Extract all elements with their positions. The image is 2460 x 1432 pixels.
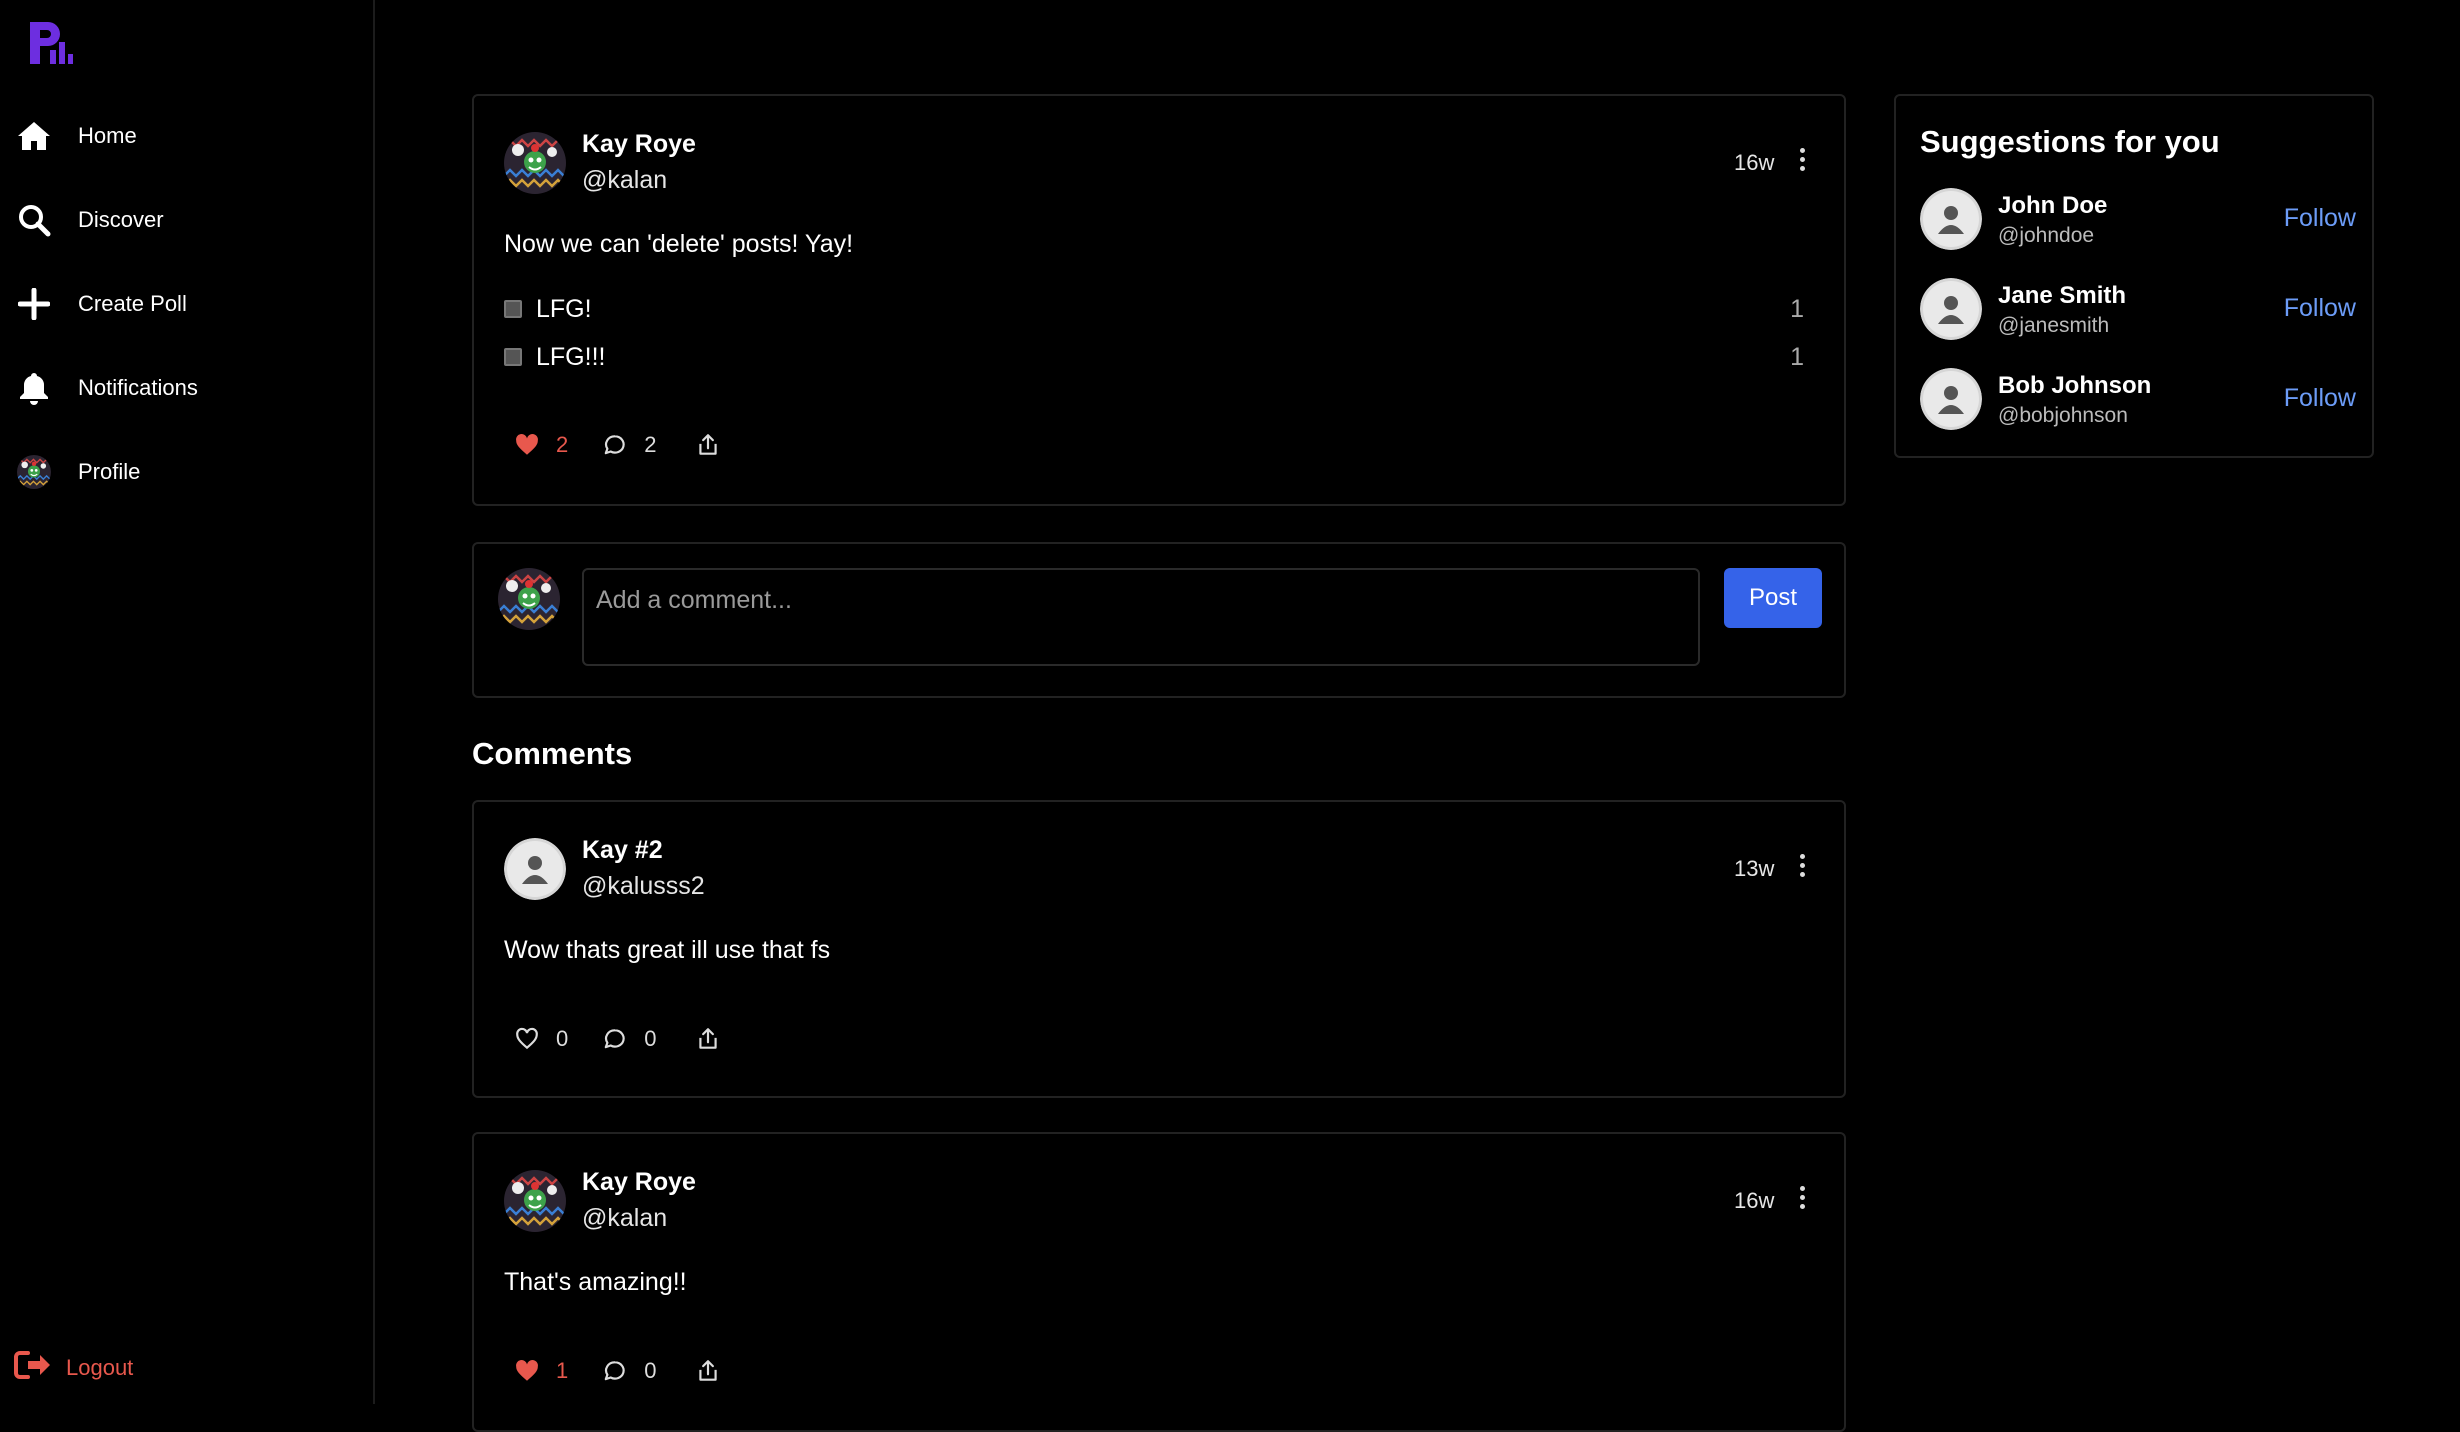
author-handle[interactable]: @kalan — [582, 1204, 667, 1233]
current-user-avatar — [498, 568, 560, 630]
nav-notifications-label: Notifications — [78, 375, 198, 400]
suggestion-name[interactable]: John Doe — [1998, 192, 2107, 220]
poll-option-count: 1 — [1790, 342, 1804, 371]
more-options-icon[interactable] — [1792, 848, 1812, 882]
suggestions-title: Suggestions for you — [1920, 124, 2220, 159]
poll-option-count: 1 — [1790, 294, 1804, 323]
suggestion-name[interactable]: Jane Smith — [1998, 282, 2126, 310]
logout-icon — [14, 1350, 52, 1385]
logout-label: Logout — [66, 1354, 134, 1380]
post-button[interactable]: Post — [1724, 568, 1822, 628]
sidebar: Home Discover Create Poll Notifications … — [0, 0, 375, 1404]
comment-composer: Post — [472, 542, 1846, 698]
more-options-icon[interactable] — [1792, 1180, 1812, 1214]
plus-icon — [16, 286, 52, 322]
author-avatar[interactable] — [504, 132, 566, 194]
share-icon — [695, 1358, 721, 1384]
nav-discover[interactable]: Discover — [16, 192, 164, 248]
heart-icon — [514, 1358, 540, 1384]
nav-discover-label: Discover — [78, 207, 164, 232]
comment-count: 0 — [644, 1358, 657, 1383]
home-icon — [16, 118, 52, 154]
author-name[interactable]: Kay Roye — [582, 130, 696, 159]
comment-text: Wow thats great ill use that fs — [504, 936, 831, 964]
poll-option-label: LFG!!! — [536, 342, 606, 371]
heart-icon — [514, 432, 540, 458]
comment-count: 2 — [644, 432, 657, 457]
nav-home[interactable]: Home — [16, 108, 137, 164]
suggestion-item: John Doe @johndoe Follow — [1920, 188, 2356, 250]
author-avatar[interactable] — [504, 838, 566, 900]
comment-input[interactable] — [582, 568, 1700, 666]
comment-card: Kay #2 @kalusss2 13w Wow thats great ill… — [472, 800, 1846, 1098]
nav-profile-label: Profile — [78, 459, 141, 484]
poll-option-label: LFG! — [536, 294, 592, 323]
poll-option-checkbox[interactable] — [504, 348, 522, 366]
author-name[interactable]: Kay #2 — [582, 836, 663, 865]
comment-button[interactable]: 0 — [602, 1026, 657, 1052]
post-actions: 2 2 — [514, 430, 721, 460]
nav-create-poll[interactable]: Create Poll — [16, 276, 187, 332]
comment-button[interactable]: 0 — [602, 1358, 657, 1384]
suggestion-item: Bob Johnson @bobjohnson Follow — [1920, 368, 2356, 430]
suggestion-handle: @janesmith — [1998, 314, 2110, 337]
comment-icon — [602, 432, 628, 458]
comments-heading: Comments — [472, 736, 633, 771]
nav-create-poll-label: Create Poll — [78, 291, 187, 316]
post-text: Now we can 'delete' posts! Yay! — [504, 230, 854, 258]
suggestions-panel: Suggestions for you John Doe @johndoe Fo… — [1894, 94, 2374, 458]
comment-icon — [602, 1358, 628, 1384]
profile-avatar — [16, 454, 52, 490]
poll-option[interactable]: LFG! 1 — [504, 294, 1804, 324]
user-avatar[interactable] — [1920, 188, 1982, 250]
nav-home-label: Home — [78, 123, 137, 148]
suggestion-handle: @johndoe — [1998, 224, 2095, 247]
share-icon — [695, 1026, 721, 1052]
user-avatar[interactable] — [1920, 368, 1982, 430]
author-handle[interactable]: @kalan — [582, 166, 667, 195]
app-logo[interactable] — [28, 20, 74, 66]
follow-button[interactable]: Follow — [2284, 204, 2356, 233]
comment-card: Kay Roye @kalan 16w That's amazing!! 1 0 — [472, 1132, 1846, 1432]
author-handle[interactable]: @kalusss2 — [582, 872, 705, 901]
like-count: 2 — [556, 432, 569, 457]
post-card: Kay Roye @kalan 16w Now we can 'delete' … — [472, 94, 1846, 506]
post-time: 16w — [1734, 150, 1775, 175]
suggestion-item: Jane Smith @janesmith Follow — [1920, 278, 2356, 340]
comment-icon — [602, 1026, 628, 1052]
suggestion-name[interactable]: Bob Johnson — [1998, 372, 2151, 400]
like-button[interactable]: 0 — [514, 1026, 568, 1052]
comment-actions: 1 0 — [514, 1356, 721, 1386]
more-options-icon[interactable] — [1792, 142, 1812, 176]
comment-actions: 0 0 — [514, 1024, 721, 1054]
comment-button[interactable]: 2 — [602, 432, 657, 458]
share-button[interactable] — [695, 432, 721, 458]
comment-text: That's amazing!! — [504, 1268, 687, 1296]
share-icon — [695, 432, 721, 458]
follow-button[interactable]: Follow — [2284, 384, 2356, 413]
poll-option[interactable]: LFG!!! 1 — [504, 342, 1804, 372]
heart-outline-icon — [514, 1026, 540, 1052]
comment-time: 13w — [1734, 856, 1775, 881]
like-count: 0 — [556, 1026, 569, 1051]
suggestion-handle: @bobjohnson — [1998, 404, 2128, 427]
user-avatar[interactable] — [1920, 278, 1982, 340]
bell-icon — [16, 370, 52, 406]
like-button[interactable]: 2 — [514, 432, 568, 458]
search-icon — [16, 202, 52, 238]
nav-profile[interactable]: Profile — [16, 444, 140, 500]
share-button[interactable] — [695, 1358, 721, 1384]
comment-time: 16w — [1734, 1188, 1775, 1213]
poll-option-checkbox[interactable] — [504, 300, 522, 318]
share-button[interactable] — [695, 1026, 721, 1052]
nav-notifications[interactable]: Notifications — [16, 360, 198, 416]
follow-button[interactable]: Follow — [2284, 294, 2356, 323]
like-button[interactable]: 1 — [514, 1358, 568, 1384]
like-count: 1 — [556, 1358, 569, 1383]
comment-count: 0 — [644, 1026, 657, 1051]
logout-button[interactable]: Logout — [14, 1350, 133, 1385]
author-name[interactable]: Kay Roye — [582, 1168, 696, 1197]
author-avatar[interactable] — [504, 1170, 566, 1232]
